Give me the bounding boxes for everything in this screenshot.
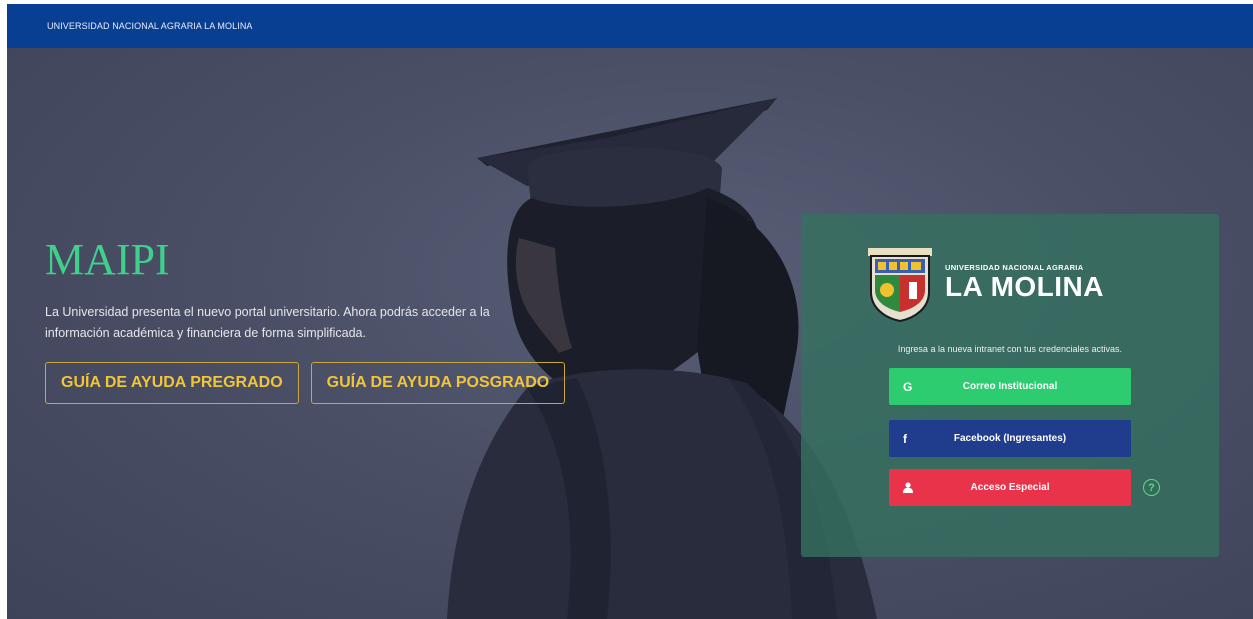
intro-text: La Universidad presenta el nuevo portal … bbox=[45, 302, 585, 344]
hero-section: MAIPI La Universidad presenta el nuevo p… bbox=[7, 48, 1253, 619]
special-access-label: Acceso Especial bbox=[970, 482, 1050, 493]
facebook-login-button[interactable]: f Facebook (Ingresantes) bbox=[889, 420, 1131, 457]
university-shield-icon bbox=[868, 248, 932, 322]
intro-section: MAIPI La Universidad presenta el nuevo p… bbox=[45, 238, 605, 404]
intro-line-1: La Universidad presenta el nuevo portal … bbox=[45, 305, 490, 319]
top-bar: UNIVERSIDAD NACIONAL AGRARIA LA MOLINA bbox=[7, 4, 1253, 48]
logo-text: UNIVERSIDAD NACIONAL AGRARIA LA MOLINA bbox=[945, 263, 1104, 303]
university-name: UNIVERSIDAD NACIONAL AGRARIA LA MOLINA bbox=[47, 21, 253, 31]
guide-buttons: GUÍA DE AYUDA PREGRADO GUÍA DE AYUDA POS… bbox=[45, 362, 605, 404]
help-icon[interactable]: ? bbox=[1143, 479, 1160, 496]
page-title: MAIPI bbox=[45, 235, 170, 284]
google-login-button[interactable]: G Correo Institucional bbox=[889, 368, 1131, 405]
facebook-login-label: Facebook (Ingresantes) bbox=[953, 433, 1067, 444]
login-panel: UNIVERSIDAD NACIONAL AGRARIA LA MOLINA I… bbox=[801, 214, 1219, 557]
facebook-icon: f bbox=[903, 431, 907, 446]
special-access-button[interactable]: Acceso Especial bbox=[889, 469, 1131, 506]
logo-big-text: LA MOLINA bbox=[945, 271, 1104, 303]
login-instruction: Ingresa a la nueva intranet con tus cred… bbox=[897, 344, 1123, 354]
page-frame: UNIVERSIDAD NACIONAL AGRARIA LA MOLINA M… bbox=[7, 4, 1253, 619]
guide-posgrado-button[interactable]: GUÍA DE AYUDA POSGRADO bbox=[310, 362, 566, 404]
intro-line-2: información académica y financiera de fo… bbox=[45, 326, 366, 340]
google-icon: G bbox=[903, 379, 913, 394]
guide-pregrado-button[interactable]: GUÍA DE AYUDA PREGRADO bbox=[45, 362, 299, 404]
user-icon bbox=[903, 469, 913, 506]
google-login-label: Correo Institucional bbox=[962, 381, 1058, 392]
university-logo: UNIVERSIDAD NACIONAL AGRARIA LA MOLINA bbox=[867, 244, 1104, 322]
